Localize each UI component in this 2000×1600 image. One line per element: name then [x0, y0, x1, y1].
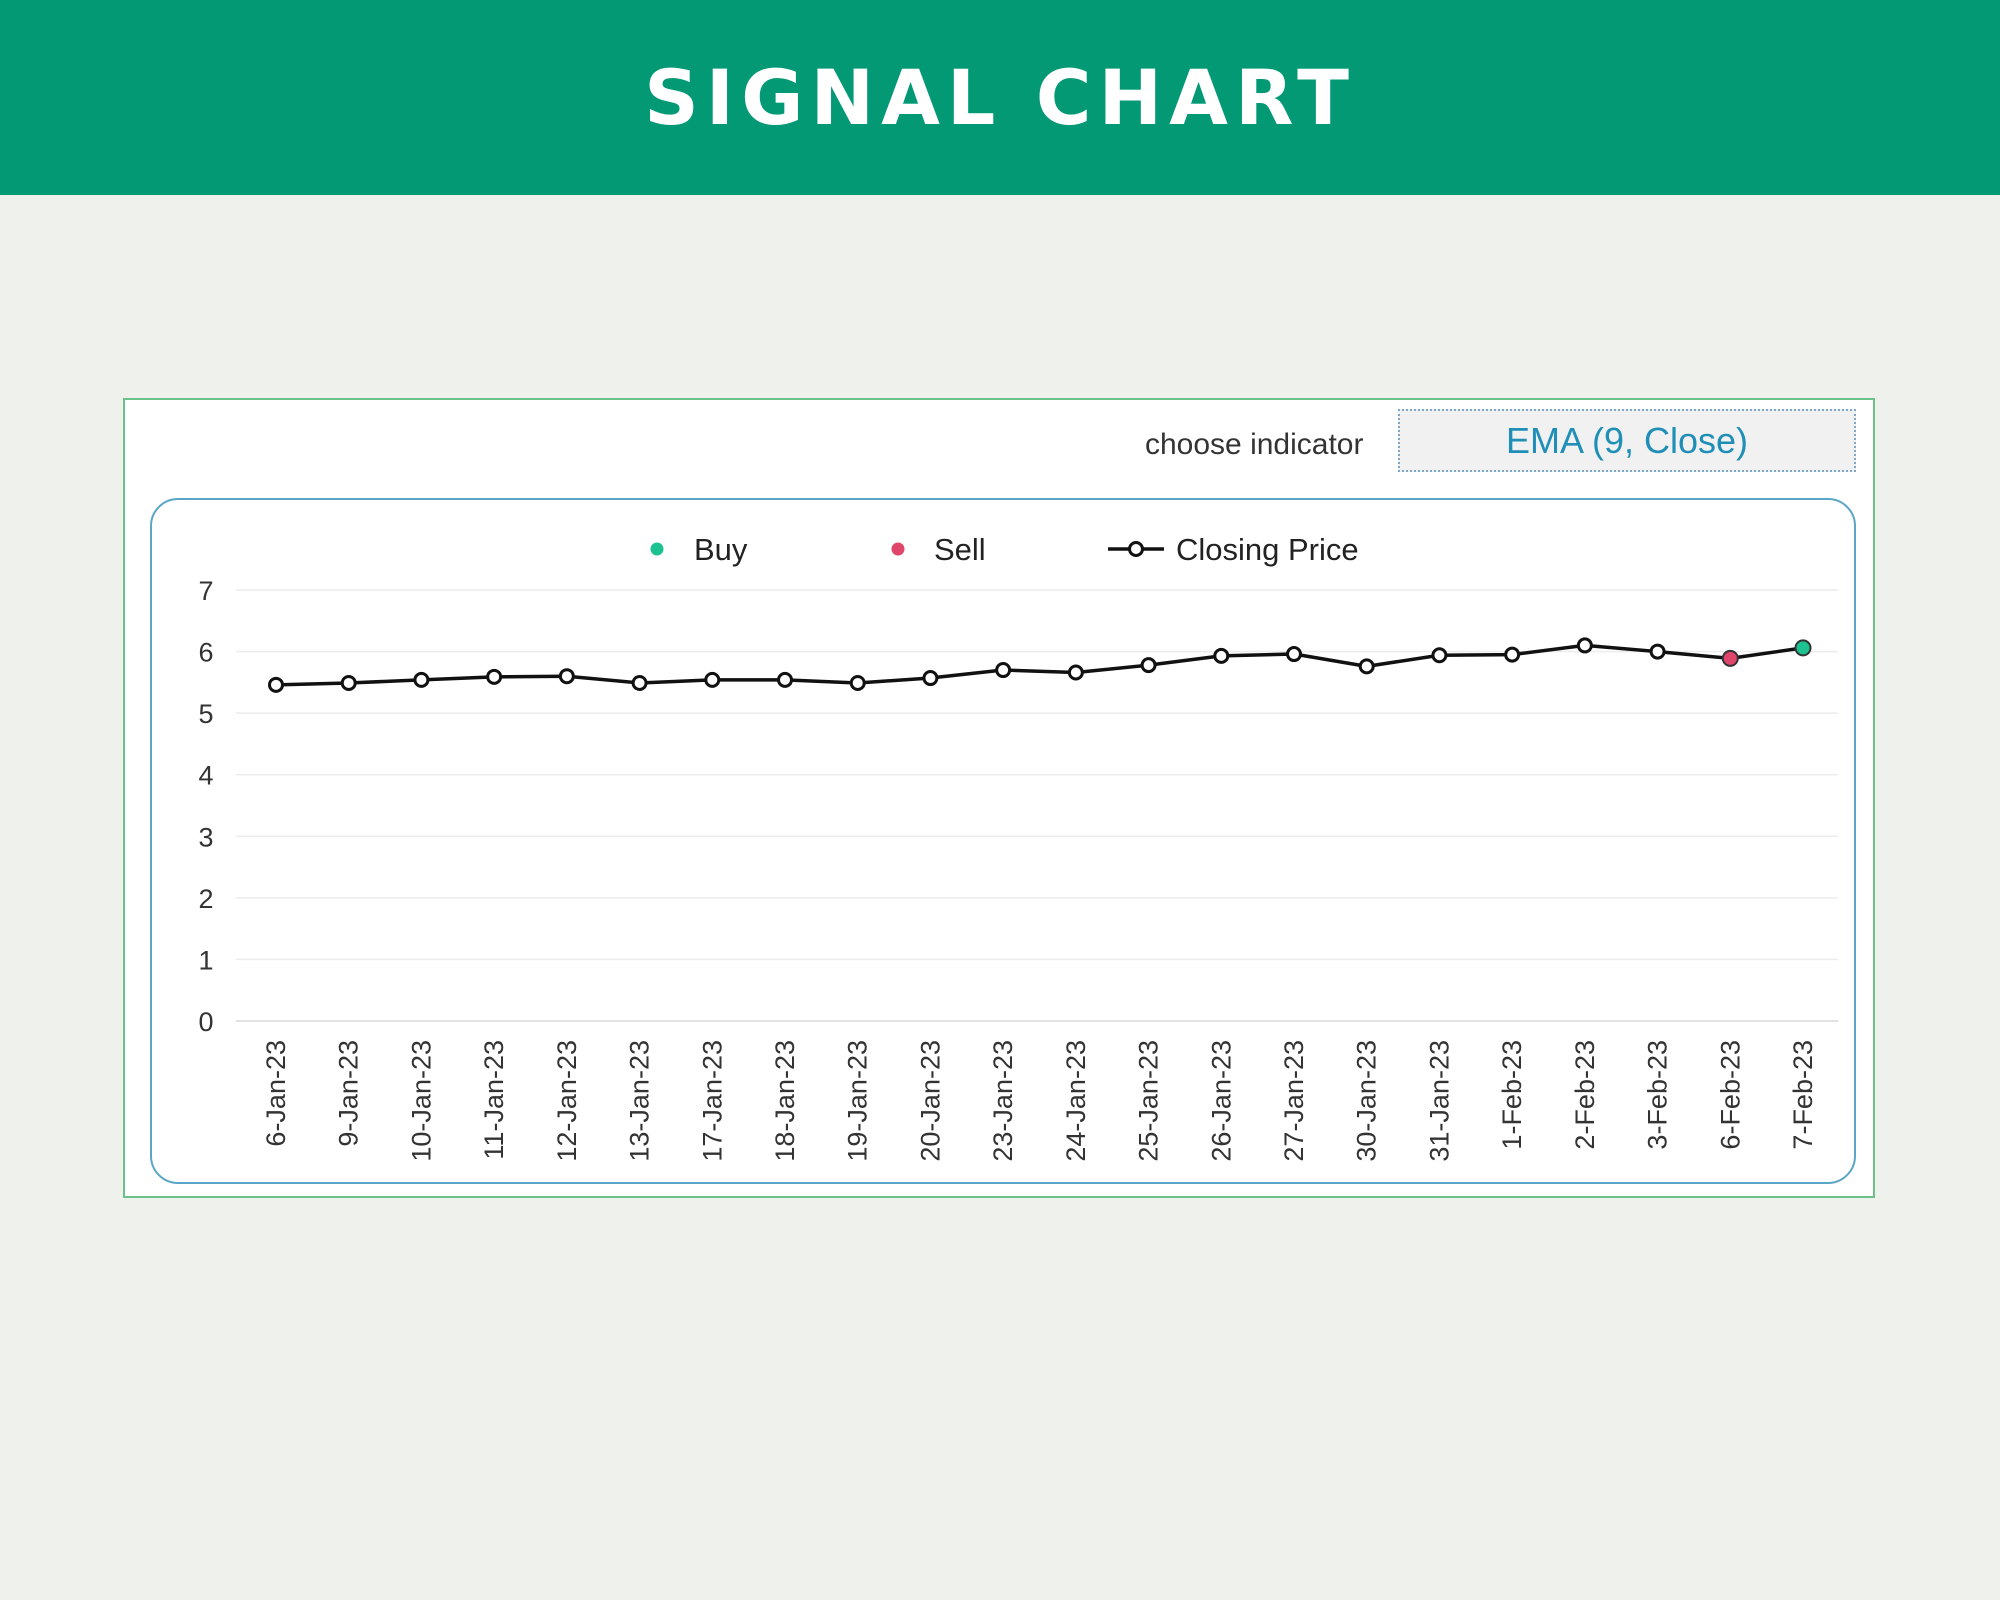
x-tick-label: 25-Jan-23: [1134, 1040, 1164, 1162]
x-tick-label: 12-Jan-23: [552, 1040, 582, 1162]
closing-price-point: [558, 668, 575, 685]
x-tick-label: 27-Jan-23: [1279, 1040, 1309, 1162]
x-tick-label: 26-Jan-23: [1206, 1040, 1236, 1162]
x-tick-label: 6-Feb-23: [1715, 1040, 1745, 1150]
buy-signal-point: [1794, 639, 1812, 657]
x-tick-label: 19-Jan-23: [843, 1040, 873, 1162]
x-tick-label: 7-Feb-23: [1788, 1040, 1818, 1150]
closing-price-point: [1213, 647, 1230, 664]
y-tick-label: 6: [198, 638, 213, 668]
x-tick-label: 23-Jan-23: [988, 1040, 1018, 1162]
closing-price-point: [995, 662, 1012, 679]
y-tick-label: 3: [198, 822, 213, 852]
y-tick-label: 5: [198, 699, 213, 729]
legend-label: Sell: [934, 532, 986, 567]
x-tick-label: 6-Jan-23: [261, 1040, 291, 1147]
closing-price-point: [777, 671, 793, 688]
x-tick-label: 1-Feb-23: [1497, 1040, 1527, 1150]
closing-price-point: [1431, 647, 1448, 664]
closing-price-point: [631, 674, 648, 691]
y-tick-label: 0: [198, 1007, 213, 1037]
closing-price-point: [1649, 643, 1666, 660]
x-tick-label: 11-Jan-23: [479, 1040, 509, 1160]
x-tick-label: 3-Feb-23: [1643, 1040, 1673, 1150]
x-tick-label: 24-Jan-23: [1061, 1040, 1091, 1162]
x-tick-label: 10-Jan-23: [406, 1040, 436, 1162]
closing-price-point: [922, 670, 939, 687]
legend-label: Buy: [694, 532, 748, 567]
legend-marker-sell: [891, 542, 905, 556]
y-tick-label: 1: [198, 945, 213, 975]
closing-price-point: [1358, 658, 1375, 675]
closing-price-point: [413, 671, 430, 688]
closing-price-point: [1140, 657, 1157, 674]
closing-price-point: [1286, 646, 1302, 663]
x-tick-label: 18-Jan-23: [770, 1040, 800, 1162]
x-tick-label: 17-Jan-23: [697, 1040, 727, 1162]
x-tick-label: 20-Jan-23: [915, 1040, 945, 1162]
x-tick-label: 13-Jan-23: [625, 1040, 655, 1162]
closing-price-point: [1576, 637, 1593, 654]
legend-marker-buy: [650, 542, 664, 556]
x-tick-label: 31-Jan-23: [1424, 1040, 1454, 1162]
closing-price-point: [486, 668, 503, 685]
legend-marker-circle: [1128, 541, 1144, 557]
sell-signal-point: [1721, 649, 1739, 667]
closing-price-point: [704, 671, 721, 688]
x-tick-label: 9-Jan-23: [334, 1040, 364, 1147]
closing-price-point: [268, 676, 284, 693]
closing-price-point: [849, 674, 866, 691]
x-tick-label: 2-Feb-23: [1570, 1040, 1600, 1150]
y-tick-label: 4: [198, 761, 213, 791]
y-tick-label: 2: [198, 884, 213, 914]
closing-price-point: [1504, 646, 1521, 663]
y-tick-label: 7: [198, 576, 213, 606]
x-tick-label: 30-Jan-23: [1352, 1040, 1382, 1162]
legend-label: Closing Price: [1176, 532, 1359, 567]
closing-price-point: [340, 674, 357, 691]
closing-price-point: [1067, 664, 1084, 681]
signal-line-chart: 0 1 2 3 4 5 6 7 6-Jan-23 9-Jan-23 10-Jan-23 11-Jan-…: [198, 532, 1838, 1162]
